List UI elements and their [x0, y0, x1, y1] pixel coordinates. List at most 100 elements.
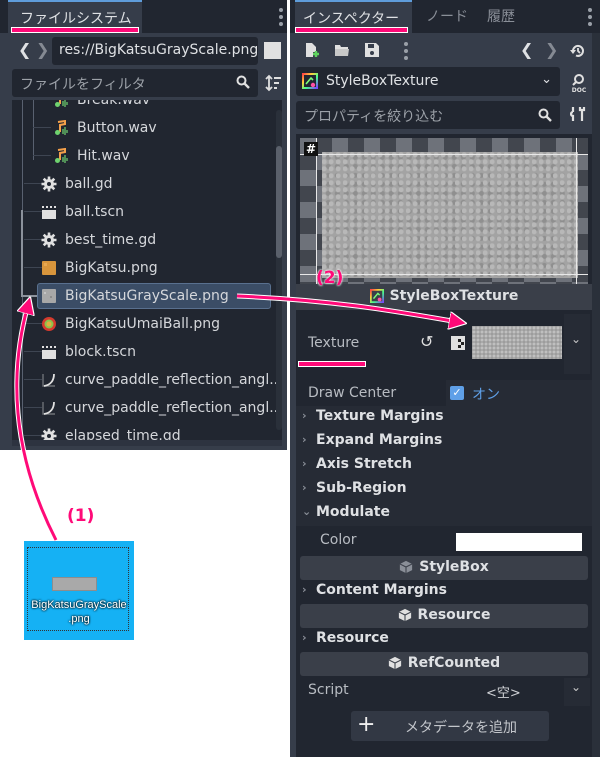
- file-name: Hit.wav: [77, 148, 130, 164]
- file-tree-item[interactable]: curve_paddle_reflection_angl...: [41, 367, 282, 393]
- audio-icon: [53, 147, 69, 164]
- chevron-down-icon: ⌄: [541, 72, 552, 87]
- file-name: block.tscn: [65, 344, 136, 360]
- file-tree-item[interactable]: Hit.wav: [53, 143, 130, 169]
- resource-type-label: StyleBoxTexture: [326, 73, 439, 89]
- file-tree-item[interactable]: ball.tscn: [41, 199, 124, 225]
- scene-clapper-icon: [41, 204, 57, 220]
- draw-center-property: Draw Center ✓ オン: [296, 380, 592, 406]
- history-back-icon[interactable]: ❮: [520, 42, 533, 58]
- file-name: BigKatsuUmaiBall.png: [65, 316, 220, 332]
- chevron-right-icon: ›: [302, 583, 307, 596]
- texture-dropdown-button[interactable]: ⌄: [564, 314, 590, 374]
- draw-center-label: Draw Center: [308, 385, 397, 401]
- color-swatch[interactable]: [456, 533, 582, 551]
- file-name: BigKatsuGrayScale.png: [65, 288, 229, 304]
- cube-icon: [388, 656, 402, 670]
- chevron-right-icon: ›: [302, 481, 307, 494]
- search-icon: [236, 75, 250, 89]
- file-name: curve_paddle_reflection_angl...: [65, 372, 282, 388]
- file-tree-item[interactable]: BigKatsuUmaiBall.png: [41, 311, 220, 337]
- doc-help-icon[interactable]: DOC: [570, 73, 588, 93]
- revert-icon[interactable]: ↺: [420, 332, 433, 351]
- draw-center-checkbox[interactable]: ✓ オン: [446, 380, 592, 406]
- more-options-icon[interactable]: [404, 42, 408, 63]
- panel-menu-icon[interactable]: [279, 8, 283, 29]
- file-filter-placeholder: ファイルをフィルタ: [20, 77, 146, 93]
- open-folder-icon[interactable]: [334, 42, 350, 58]
- file-tree-item[interactable]: Break.wav: [53, 100, 150, 113]
- section-sub-region[interactable]: › Sub-Region: [296, 478, 592, 502]
- tab-inspector-label: インスペクター: [303, 11, 400, 27]
- filesystem-panel: ファイルシステム ❮ ❯ res://BigKatsuGrayScale.png…: [0, 0, 287, 450]
- section-expand-margins[interactable]: › Expand Margins: [296, 430, 592, 454]
- history-icon[interactable]: [570, 43, 586, 59]
- search-icon: [538, 108, 552, 122]
- image-orange-icon: [41, 260, 57, 276]
- history-forward-icon[interactable]: ❯: [545, 42, 558, 58]
- file-tree-hscrollbar[interactable]: [12, 440, 282, 446]
- tools-icon[interactable]: [570, 106, 586, 122]
- stylebox-texture-icon: [369, 289, 384, 303]
- property-filter-input[interactable]: プロパティを絞り込む: [296, 101, 560, 129]
- preview-class-name: StyleBoxTexture: [389, 288, 519, 304]
- tab-history[interactable]: 履歴: [487, 6, 515, 26]
- forward-arrow-icon[interactable]: ❯: [36, 42, 49, 58]
- gear-script-icon: [41, 176, 57, 192]
- stylebox-texture-icon: [302, 73, 318, 89]
- color-label: Color: [320, 532, 357, 548]
- desktop-file-icon[interactable]: BigKatsuGrayScale .png: [24, 541, 134, 640]
- file-name: ball.tscn: [65, 204, 125, 220]
- file-tree-item[interactable]: ball.gd: [41, 171, 112, 197]
- file-tree-item[interactable]: Button.wav: [53, 115, 157, 141]
- section-content-margins[interactable]: › Content Margins: [296, 580, 592, 604]
- new-resource-icon[interactable]: [304, 42, 320, 58]
- gear-script-icon: [41, 232, 57, 248]
- checker-preview-icon[interactable]: [451, 336, 465, 350]
- resource-type-select[interactable]: StyleBoxTexture ⌄: [296, 67, 560, 96]
- file-tree-item[interactable]: BigKatsuGrayScale.png: [37, 283, 271, 309]
- inspector-scrollbar[interactable]: [592, 33, 600, 757]
- script-dropdown-button[interactable]: ⌄: [564, 678, 590, 706]
- panel-menu-icon[interactable]: [588, 8, 592, 29]
- file-tree-item[interactable]: best_time.gd: [41, 227, 156, 253]
- file-tree-item[interactable]: block.tscn: [41, 339, 136, 365]
- modulate-color-property: Color: [296, 528, 592, 554]
- section-axis-stretch[interactable]: › Axis Stretch: [296, 454, 592, 478]
- inspector-panel: インスペクター ノード 履歴 ❮ ❯ StyleBoxTexture ⌄ DOC…: [290, 0, 600, 757]
- file-name: ball.gd: [65, 176, 113, 192]
- file-filter-input[interactable]: ファイルをフィルタ: [12, 69, 258, 97]
- file-name: elapsed_time.gd: [65, 428, 181, 440]
- toggle-split-button[interactable]: [264, 42, 281, 59]
- file-tree-item[interactable]: curve_paddle_reflection_angl...: [41, 395, 282, 421]
- file-name: BigKatsu.png: [65, 260, 158, 276]
- tab-filesystem-label: ファイルシステム: [20, 11, 132, 27]
- file-tree[interactable]: Break.wav Button.wav Hit.wav ball.gd ball.ts…: [12, 100, 282, 440]
- texture-thumbnail[interactable]: [472, 326, 562, 359]
- annotation-underline-inspector: [295, 27, 408, 33]
- save-icon[interactable]: [364, 42, 380, 58]
- annotation-underline-filesystem: [11, 27, 139, 33]
- sort-icon[interactable]: [264, 74, 282, 92]
- file-tree-item[interactable]: BigKatsu.png: [41, 255, 158, 281]
- section-modulate[interactable]: ⌄ Modulate: [296, 502, 592, 526]
- tab-node[interactable]: ノード: [426, 6, 468, 26]
- path-field[interactable]: res://BigKatsuGrayScale.png: [52, 37, 258, 65]
- add-metadata-button[interactable]: + メタデータを追加: [351, 711, 549, 741]
- file-tree-scrollbar[interactable]: [276, 146, 282, 258]
- section-texture-margins[interactable]: › Texture Margins: [296, 406, 592, 430]
- curve-icon: [41, 372, 57, 388]
- desktop-file-name: BigKatsuGrayScale .png: [31, 599, 127, 625]
- section-resource[interactable]: › Resource: [296, 628, 592, 652]
- property-filter-placeholder: プロパティを絞り込む: [304, 109, 444, 125]
- script-property: Script <空> ⌄: [296, 678, 592, 706]
- chevron-down-icon: ⌄: [571, 680, 582, 694]
- class-header-refcounted: RefCounted: [300, 652, 588, 676]
- grid-toggle-icon[interactable]: #: [304, 142, 318, 156]
- image-gray-icon: [41, 288, 57, 304]
- script-value[interactable]: <空>: [486, 682, 521, 701]
- audio-icon: [53, 100, 69, 108]
- file-tree-item[interactable]: elapsed_time.gd: [41, 423, 181, 440]
- back-arrow-icon[interactable]: ❮: [18, 42, 31, 58]
- texture-label: Texture: [308, 335, 360, 351]
